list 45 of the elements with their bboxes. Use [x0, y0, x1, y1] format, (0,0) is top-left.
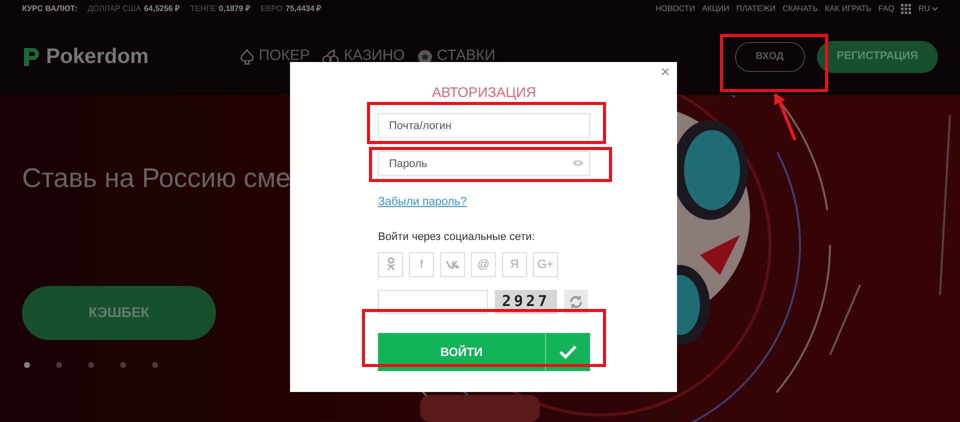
currency-name: ДОЛЛАР США [88, 3, 141, 15]
confirm-button[interactable] [545, 332, 590, 370]
logo-text: Pokerdom [46, 44, 149, 70]
logo-icon [22, 46, 40, 68]
submit-button[interactable]: ВОЙТИ [378, 332, 545, 370]
hero-title: Ставь на Россию сме [22, 162, 291, 195]
social-login-button[interactable]: Я [502, 252, 527, 276]
caret-icon [932, 7, 938, 11]
top-nav-link[interactable]: СКАЧАТЬ [782, 3, 818, 15]
password-field[interactable]: Пароль [378, 151, 590, 176]
cashback-button[interactable]: КЭШБЕК [22, 286, 216, 340]
nav-link[interactable]: ПОКЕР [258, 45, 310, 68]
top-nav-link[interactable]: КАК ИГРАТЬ [824, 3, 872, 15]
eye-icon[interactable] [572, 159, 584, 167]
top-nav-link[interactable]: ПЛАТЕЖИ [736, 3, 776, 15]
captcha-field[interactable] [378, 290, 488, 314]
currency-name: ЕВРО [260, 3, 283, 15]
language-select[interactable]: RU [918, 3, 938, 15]
cherry-icon [322, 48, 340, 64]
register-button[interactable]: РЕГИСТРАЦИЯ [816, 40, 938, 72]
currency-name: ТЕНГЕ [190, 3, 216, 15]
social-login-button[interactable]: @ [471, 252, 496, 276]
top-nav-link[interactable]: FAQ [878, 3, 894, 15]
currency-rate: 64,5256 ₽ [144, 3, 180, 15]
vk-icon [446, 260, 460, 268]
refresh-icon [569, 294, 583, 308]
social-login-button[interactable] [440, 252, 465, 276]
social-login-button[interactable] [378, 252, 403, 276]
ok-icon [386, 257, 396, 271]
social-login-button[interactable]: G+ [533, 252, 558, 276]
top-nav-link[interactable]: АКЦИИ [702, 3, 730, 15]
check-icon [559, 344, 577, 358]
grid-icon[interactable] [901, 4, 912, 14]
dialog-title: АВТОРИЗАЦИЯ [430, 83, 538, 102]
spade-icon [238, 48, 255, 64]
login-field[interactable]: Почта/логин [378, 113, 590, 138]
currency-rate: 75,4434 ₽ [286, 3, 322, 15]
forgot-password-link[interactable]: Забыли пароль? [378, 196, 467, 208]
social-login-button[interactable]: f [409, 252, 434, 276]
top-nav-link[interactable]: НОВОСТИ [656, 3, 695, 15]
close-button[interactable]: × [660, 65, 670, 81]
social-login-label: Войти через социальные сети: [378, 230, 536, 245]
currency-rate: 0,1879 ₽ [218, 3, 250, 15]
login-button[interactable]: ВХОД [734, 42, 805, 72]
rates-label: КУРС ВАЛЮТ: [22, 3, 78, 15]
